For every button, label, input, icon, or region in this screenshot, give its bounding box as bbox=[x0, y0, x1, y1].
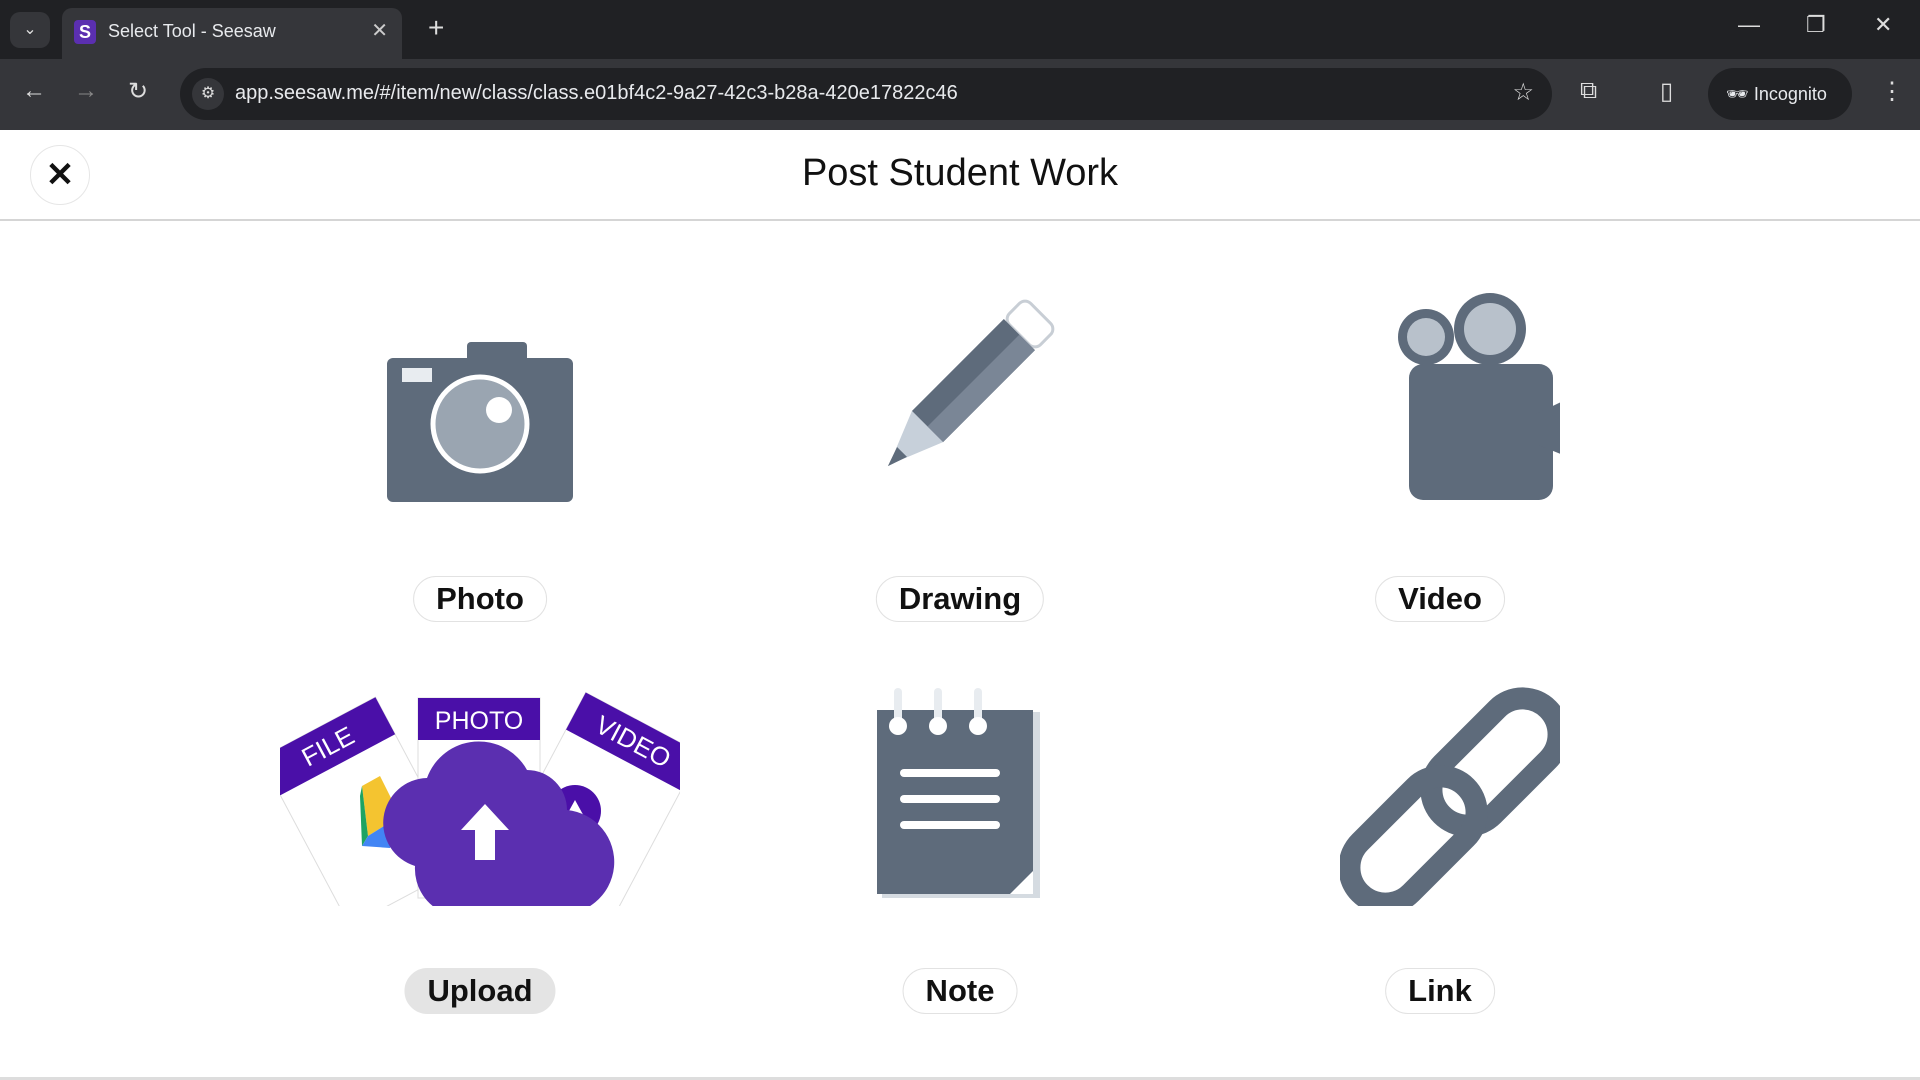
incognito-icon: 🕶 bbox=[1726, 84, 1754, 104]
tab-close-icon[interactable]: ✕ bbox=[371, 18, 388, 43]
video-label[interactable]: Video bbox=[1375, 576, 1505, 622]
browser-toolbar: ← → ↻ ⚙ app.seesaw.me/#/item/new/class/c… bbox=[0, 59, 1920, 130]
upload-label[interactable]: Upload bbox=[404, 968, 556, 1014]
window-close-button[interactable]: ✕ bbox=[1874, 12, 1892, 38]
note-label[interactable]: Note bbox=[902, 968, 1018, 1014]
address-bar[interactable]: ⚙ app.seesaw.me/#/item/new/class/class.e… bbox=[180, 68, 1552, 120]
tool-video[interactable]: Video bbox=[1240, 284, 1640, 644]
photo-badge-text: PHOTO bbox=[435, 707, 523, 735]
back-button[interactable]: ← bbox=[22, 77, 46, 105]
incognito-indicator[interactable]: 🕶 Incognito bbox=[1708, 68, 1852, 120]
extensions-icon[interactable]: ⧉ bbox=[1580, 77, 1597, 105]
seesaw-favicon-icon: S bbox=[74, 20, 96, 44]
tab-strip: ⌄ S Select Tool - Seesaw ✕ + — ❐ ✕ bbox=[0, 0, 1920, 59]
drawing-label[interactable]: Drawing bbox=[875, 576, 1045, 622]
notepad-icon bbox=[877, 688, 1040, 898]
tool-upload[interactable]: FILE VIDEO PHOTO Upload bbox=[280, 676, 680, 1036]
menu-icon[interactable]: ⋮ bbox=[1880, 77, 1904, 106]
restore-button[interactable]: ❐ bbox=[1806, 12, 1826, 38]
link-icon bbox=[1340, 687, 1560, 906]
tool-link[interactable]: Link bbox=[1240, 676, 1640, 1036]
minimize-button[interactable]: — bbox=[1738, 12, 1760, 38]
photo-label[interactable]: Photo bbox=[413, 576, 547, 622]
page-title: Post Student Work bbox=[801, 152, 1119, 194]
incognito-label: Incognito bbox=[1753, 84, 1827, 104]
pencil-icon bbox=[887, 299, 1055, 467]
side-panel-icon[interactable]: ▯ bbox=[1660, 77, 1673, 106]
tool-photo[interactable]: Photo bbox=[280, 284, 680, 644]
upload-cloud-icon: FILE VIDEO PHOTO bbox=[280, 691, 680, 906]
camera-icon bbox=[387, 342, 573, 502]
tab-title: Select Tool - Seesaw bbox=[108, 21, 276, 41]
new-tab-button[interactable]: + bbox=[428, 12, 444, 44]
forward-button[interactable]: → bbox=[74, 77, 98, 105]
url-text[interactable]: app.seesaw.me/#/item/new/class/class.e01… bbox=[235, 82, 958, 105]
tab-search-button[interactable]: ⌄ bbox=[10, 12, 50, 48]
link-label[interactable]: Link bbox=[1385, 968, 1495, 1014]
tool-note[interactable]: Note bbox=[760, 676, 1160, 1036]
reload-button[interactable]: ↻ bbox=[128, 77, 148, 106]
browser-tab[interactable]: S Select Tool - Seesaw ✕ bbox=[62, 8, 402, 59]
site-info-icon[interactable]: ⚙ bbox=[192, 78, 224, 110]
bookmark-star-icon[interactable]: ☆ bbox=[1512, 78, 1534, 107]
tool-drawing[interactable]: Drawing bbox=[760, 284, 1160, 644]
video-camera-icon bbox=[1398, 293, 1560, 500]
page-header: ✕ Post Student Work bbox=[0, 130, 1920, 221]
